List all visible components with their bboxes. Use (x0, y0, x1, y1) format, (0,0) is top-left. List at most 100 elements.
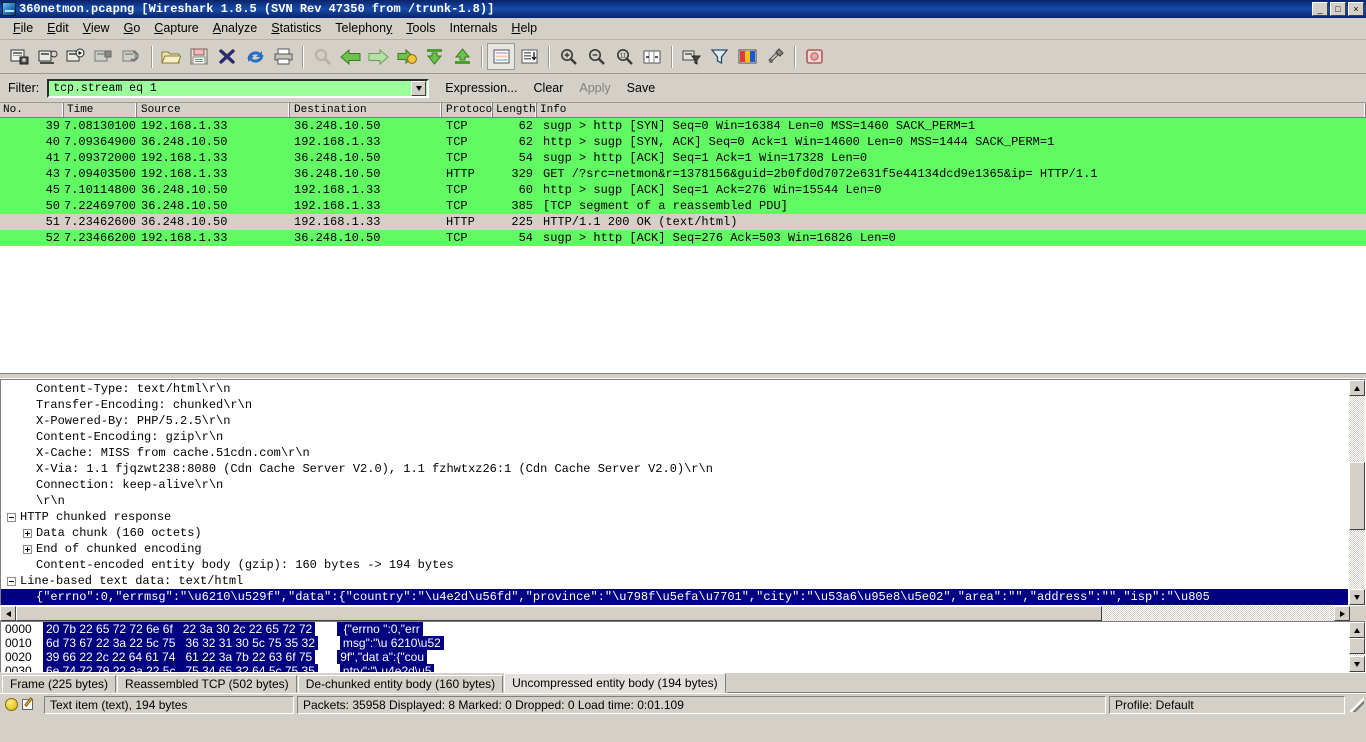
coloring-rules-icon[interactable] (733, 43, 761, 70)
bytes-scroll-thumb[interactable] (1349, 638, 1365, 654)
detail-row[interactable]: Connection: keep-alive\r\n (1, 477, 1348, 493)
reload-icon[interactable] (241, 43, 269, 70)
go-first-packet-icon[interactable] (420, 43, 448, 70)
detail-row[interactable]: Content-encoded entity body (gzip): 160 … (1, 557, 1348, 573)
capture-filters-icon[interactable] (677, 43, 705, 70)
menu-tools[interactable]: Tools (399, 19, 442, 38)
hex-row[interactable]: 0000 20 7b 22 65 72 72 6e 6f 22 3a 30 2c … (1, 622, 1348, 636)
packet-row[interactable]: 39 7.08130100 192.168.1.33 36.248.10.50 TCP 6… (0, 118, 1366, 134)
packet-row[interactable]: 40 7.09364900 36.248.10.50 192.168.1.33 TCP 6… (0, 134, 1366, 150)
scroll-down-icon[interactable] (1349, 656, 1365, 672)
column-header-time[interactable]: Time (64, 103, 137, 117)
menu-view[interactable]: View (76, 19, 117, 38)
auto-scroll-icon[interactable] (515, 43, 543, 70)
go-to-packet-icon[interactable] (392, 43, 420, 70)
scroll-down-icon[interactable] (1349, 589, 1365, 605)
menu-telephony[interactable]: Telephony (328, 19, 399, 38)
detail-row[interactable]: End of chunked encoding (1, 541, 1348, 557)
details-horizontal-scrollbar[interactable] (0, 606, 1366, 621)
packet-details-pane[interactable]: Content-Type: text/html\r\n Transfer-Enco… (0, 378, 1366, 621)
scroll-right-icon[interactable] (1334, 606, 1350, 621)
packet-row[interactable]: 45 7.10114800 36.248.10.50 192.168.1.33 TCP 6… (0, 182, 1366, 198)
detail-row[interactable]: Transfer-Encoding: chunked\r\n (1, 397, 1348, 413)
capture-comment-icon[interactable] (22, 698, 36, 711)
zoom-in-icon[interactable] (554, 43, 582, 70)
colorize-icon[interactable] (487, 43, 515, 70)
detail-row[interactable]: Content-Encoding: gzip\r\n (1, 429, 1348, 445)
detail-row[interactable]: Line-based text data: text/html (1, 573, 1348, 589)
scroll-track-upper[interactable] (1349, 396, 1365, 462)
detail-row[interactable]: HTTP chunked response (1, 509, 1348, 525)
save-filter-button[interactable]: Save (627, 81, 656, 95)
scroll-up-icon[interactable] (1349, 622, 1365, 638)
menu-go[interactable]: Go (117, 19, 148, 38)
details-vertical-scrollbar[interactable] (1348, 380, 1365, 605)
hex-row[interactable]: 0020 39 66 22 2c 22 64 61 74 61 22 3a 7b … (1, 650, 1348, 664)
preferences-icon[interactable] (761, 43, 789, 70)
scroll-left-icon[interactable] (0, 606, 16, 621)
byte-tab[interactable]: De-chunked entity body (160 bytes) (297, 675, 504, 693)
byte-tab[interactable]: Reassembled TCP (502 bytes) (117, 675, 297, 693)
collapse-icon[interactable] (7, 512, 16, 522)
packet-row[interactable]: 51 7.23462600 36.248.10.50 192.168.1.33 HTTP… (0, 214, 1366, 230)
resize-columns-icon[interactable] (638, 43, 666, 70)
expression-button[interactable]: Expression... (445, 81, 517, 95)
status-profile[interactable]: Profile: Default (1109, 695, 1345, 714)
packet-row[interactable]: 50 7.22469700 36.248.10.50 192.168.1.33 TCP 3… (0, 198, 1366, 214)
interfaces-icon[interactable] (6, 43, 34, 70)
byte-tab[interactable]: Uncompressed entity body (194 bytes) (504, 673, 726, 693)
save-file-icon[interactable] (185, 43, 213, 70)
apply-filter-button[interactable]: Apply (579, 81, 610, 95)
column-header-info[interactable]: Info (537, 103, 1366, 117)
go-last-packet-icon[interactable] (448, 43, 476, 70)
packet-row[interactable]: 52 7.23466200 192.168.1.33 36.248.10.50 TCP 5… (0, 230, 1366, 246)
open-file-icon[interactable] (157, 43, 185, 70)
go-back-icon[interactable] (336, 43, 364, 70)
clear-filter-button[interactable]: Clear (534, 81, 564, 95)
hex-row[interactable]: 0030 6e 74 72 79 22 3a 22 5c 75 34 65 32 … (1, 664, 1348, 672)
stop-capture-icon[interactable] (90, 43, 118, 70)
menu-file[interactable]: File (6, 19, 40, 38)
detail-row[interactable]: X-Powered-By: PHP/5.2.5\r\n (1, 413, 1348, 429)
expand-icon[interactable] (23, 528, 32, 538)
help-icon[interactable] (800, 43, 828, 70)
close-file-icon[interactable] (213, 43, 241, 70)
print-icon[interactable] (269, 43, 297, 70)
capture-options-icon[interactable] (34, 43, 62, 70)
zoom-out-icon[interactable] (582, 43, 610, 70)
packet-bytes-pane[interactable]: 0000 20 7b 22 65 72 72 6e 6f 22 3a 30 2c … (0, 621, 1366, 673)
restart-capture-icon[interactable] (118, 43, 146, 70)
column-header-length[interactable]: Length (493, 103, 537, 117)
close-button[interactable]: × (1348, 2, 1364, 16)
expert-info-circle-icon[interactable] (5, 698, 18, 711)
column-header-no[interactable]: No. (0, 103, 64, 117)
menu-help[interactable]: Help (504, 19, 544, 38)
packet-list-pane[interactable]: No. Time Source Destination Protocol Len… (0, 103, 1366, 374)
start-capture-icon[interactable] (62, 43, 90, 70)
collapse-icon[interactable] (7, 576, 16, 586)
minimize-button[interactable]: _ (1312, 2, 1328, 16)
find-packet-icon[interactable] (308, 43, 336, 70)
byte-tab[interactable]: Frame (225 bytes) (2, 675, 117, 693)
menu-analyze[interactable]: Analyze (206, 19, 264, 38)
bytes-vertical-scrollbar[interactable] (1348, 622, 1365, 672)
detail-row[interactable]: Data chunk (160 octets) (1, 525, 1348, 541)
packet-row[interactable]: 41 7.09372000 192.168.1.33 36.248.10.50 TCP 5… (0, 150, 1366, 166)
detail-row[interactable]: X-Via: 1.1 fjqzwt238:8080 (Cdn Cache Ser… (1, 461, 1348, 477)
column-header-protocol[interactable]: Protocol (442, 103, 493, 117)
column-header-source[interactable]: Source (137, 103, 290, 117)
chevron-down-icon[interactable] (411, 80, 427, 96)
details-scroll-thumb[interactable] (1349, 462, 1365, 530)
expand-icon[interactable] (23, 544, 32, 554)
detail-row[interactable]: X-Cache: MISS from cache.51cdn.com\r\n (1, 445, 1348, 461)
hscroll-track[interactable] (1102, 606, 1334, 621)
hex-row[interactable]: 0010 6d 73 67 22 3a 22 5c 75 36 32 31 30 … (1, 636, 1348, 650)
menu-statistics[interactable]: Statistics (264, 19, 328, 38)
menu-internals[interactable]: Internals (442, 19, 504, 38)
scroll-up-icon[interactable] (1349, 380, 1365, 396)
maximize-button[interactable]: □ (1330, 2, 1346, 16)
detail-row[interactable]: Content-Type: text/html\r\n (1, 381, 1348, 397)
detail-row[interactable]: \r\n (1, 493, 1348, 509)
menu-capture[interactable]: Capture (147, 19, 205, 38)
scroll-track-lower[interactable] (1349, 530, 1365, 589)
